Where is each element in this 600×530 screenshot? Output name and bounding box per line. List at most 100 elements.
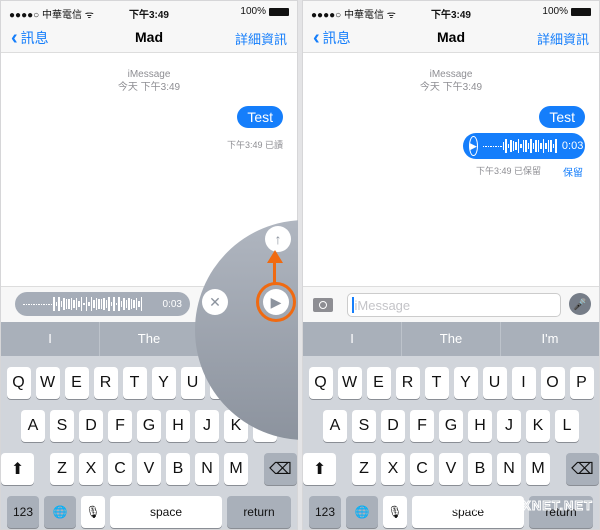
key-v[interactable]: V (439, 453, 463, 485)
key-k[interactable]: K (526, 410, 550, 442)
delete-key[interactable]: ⌫ (565, 453, 599, 485)
send-arrow-up-icon[interactable]: ↑ (265, 226, 291, 252)
keep-button[interactable]: 保留 (563, 164, 583, 179)
text-caret (352, 297, 354, 313)
message-bubble[interactable]: Test (539, 106, 585, 128)
waveform-bar (502, 142, 505, 150)
waveform-bar (500, 145, 502, 147)
key-c[interactable]: C (410, 453, 434, 485)
waveform-bar (512, 140, 515, 152)
waveform-bar (527, 142, 530, 150)
battery-icon (571, 7, 591, 16)
waveform-bar (515, 142, 517, 150)
key-y[interactable]: Y (453, 367, 478, 399)
key-a[interactable]: A (323, 410, 347, 442)
numbers-key[interactable]: 123 (309, 496, 341, 528)
key-r[interactable]: R (395, 367, 420, 399)
key-e[interactable]: E (366, 367, 391, 399)
key-p[interactable]: P (569, 367, 594, 399)
key-l[interactable]: L (555, 410, 579, 442)
suggestion[interactable]: I'm (501, 322, 599, 356)
waveform-bar (497, 145, 500, 147)
key-q[interactable]: Q (308, 367, 333, 399)
waveform-bar (545, 142, 547, 150)
waveform-bar (507, 144, 510, 148)
annotation-arrow-shaft (273, 262, 276, 284)
waveform-bar (550, 139, 552, 153)
key-m[interactable]: M (526, 453, 550, 485)
nav-bar: ‹ 訊息 Mad 詳細資訊 (303, 21, 599, 53)
waveform-bar (537, 140, 540, 152)
input-placeholder: iMessage (354, 297, 411, 313)
key-row-2: ASDFGHJKL (303, 410, 599, 442)
waveform-bar (555, 139, 557, 153)
waveform-bar (520, 143, 522, 149)
key-h[interactable]: H (468, 410, 492, 442)
waveform-bar (547, 140, 550, 152)
waveform-bar (535, 140, 537, 152)
key-row-1: QWERTYUIOP (303, 367, 599, 399)
waveform-bar (482, 145, 485, 147)
phone-screen-sent: ●●●●○ 中華電信 ᯤ 下午3:49 100% ‹ 訊息 Mad 詳細資訊 iM… (302, 0, 600, 530)
waveform-bar (542, 139, 545, 153)
battery-percent: 100% (542, 6, 568, 17)
service-label: iMessage (429, 69, 473, 80)
key-z[interactable]: Z (352, 453, 376, 485)
suggestion[interactable]: The (402, 322, 501, 356)
waveform-bar (492, 145, 495, 147)
waveform-bar (495, 145, 497, 147)
status-bar: ●●●●○ 中華電信 ᯤ 下午3:49 100% (303, 1, 599, 21)
annotation-arrow-head (267, 250, 283, 263)
waveform-bar (485, 145, 487, 147)
play-icon[interactable]: ▶ (469, 136, 478, 156)
key-row-3: ⬆ ZXCVBNM ⌫ (303, 453, 599, 485)
waveform-bar (540, 143, 542, 149)
suggestion[interactable]: I (303, 322, 402, 356)
audio-duration: 0:03 (561, 140, 584, 152)
waveform-bar (530, 139, 532, 153)
key-n[interactable]: N (497, 453, 521, 485)
composer: iMessage 🎤 (303, 286, 599, 322)
thread-date: 今天 下午3:49 (419, 82, 483, 93)
keyboard: I The I'm QWERTYUIOP ASDFGHJKL ⬆ ZXCVBNM… (303, 322, 599, 529)
waveform-bar (525, 140, 527, 152)
waveform-bar (510, 139, 512, 153)
waveform-bar (517, 139, 520, 153)
waveform-bar (522, 139, 525, 153)
watermark: MRMAD.PIXNET.NET (448, 498, 593, 514)
waveform-bar (532, 143, 535, 149)
highlight-ring (256, 282, 296, 322)
key-j[interactable]: J (497, 410, 521, 442)
key-d[interactable]: D (381, 410, 405, 442)
waveform (482, 138, 557, 154)
key-f[interactable]: F (410, 410, 434, 442)
microphone-icon[interactable]: 🎤 (569, 293, 591, 315)
waveform-bar (552, 143, 555, 149)
key-x[interactable]: X (381, 453, 405, 485)
key-o[interactable]: O (540, 367, 565, 399)
key-u[interactable]: U (482, 367, 507, 399)
dictation-mic-icon[interactable]: 🎙 (383, 496, 407, 528)
key-i[interactable]: I (511, 367, 536, 399)
audio-overlay-clip: ↑ ✕ ▶ (0, 0, 298, 530)
waveform-bar (490, 145, 492, 147)
waveform-bar (487, 145, 490, 147)
key-s[interactable]: S (352, 410, 376, 442)
service-header: iMessage 今天 下午3:49 (303, 68, 599, 94)
globe-icon[interactable]: 🌐 (346, 496, 378, 528)
key-g[interactable]: G (439, 410, 463, 442)
camera-icon[interactable] (313, 298, 333, 312)
audio-message-bubble[interactable]: ▶ 0:03 (463, 133, 585, 159)
cancel-recording-button[interactable]: ✕ (202, 289, 228, 315)
suggestion-bar: I The I'm (303, 322, 599, 356)
details-button[interactable]: 詳細資訊 (537, 29, 589, 48)
key-t[interactable]: T (424, 367, 449, 399)
waveform-bar (505, 139, 507, 153)
kept-receipt: 下午3:49 已保留 (475, 166, 541, 176)
battery: 100% (542, 6, 591, 17)
message-input[interactable]: iMessage (347, 293, 561, 317)
key-b[interactable]: B (468, 453, 492, 485)
key-w[interactable]: W (337, 367, 362, 399)
shift-key[interactable]: ⬆ (303, 453, 337, 485)
message-thread: iMessage 今天 下午3:49 Test ▶ 0:03 下午3:49 已保留… (303, 54, 599, 286)
